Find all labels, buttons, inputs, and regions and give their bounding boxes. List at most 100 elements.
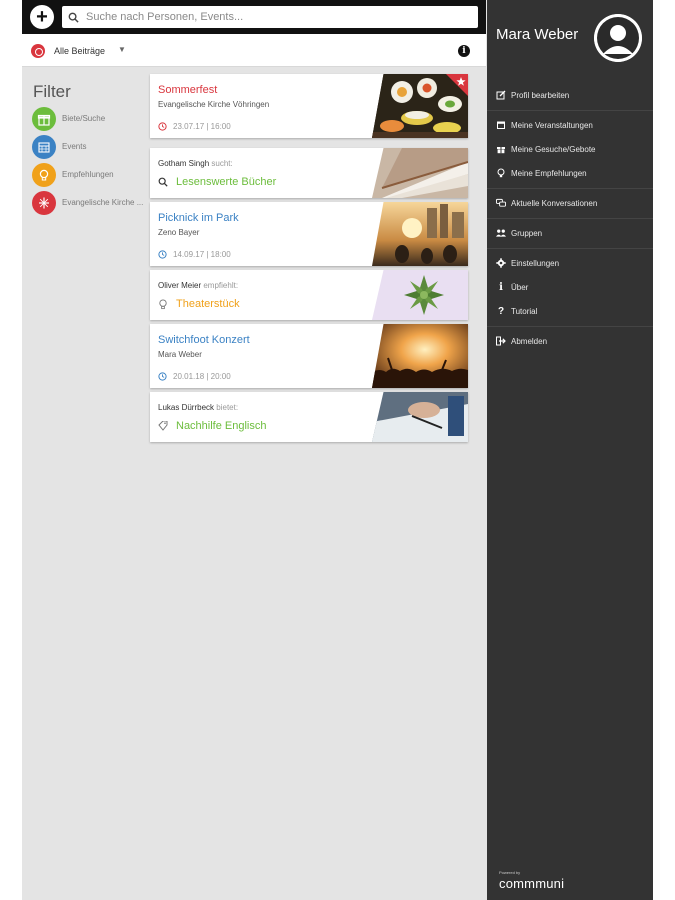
powered-by-logo: Powered by commmuni bbox=[499, 870, 564, 893]
add-post-button[interactable]: + bbox=[30, 5, 54, 29]
card-author-line: Gotham Singh sucht: bbox=[158, 159, 233, 168]
gift-icon bbox=[496, 144, 506, 154]
calendar-icon bbox=[496, 120, 506, 130]
chevron-down-icon[interactable]: ▼ bbox=[118, 45, 126, 54]
clock-icon bbox=[158, 122, 167, 131]
card-author-line: Lukas Dürrbeck bietet: bbox=[158, 403, 238, 412]
card-verb: empfiehlt: bbox=[203, 281, 239, 290]
card-offer-title[interactable]: Lesenswerte Bücher bbox=[158, 176, 276, 188]
plus-icon: + bbox=[36, 5, 48, 28]
info-icon[interactable]: i bbox=[458, 45, 470, 57]
drawer-item-profile[interactable]: Profil bearbeiten bbox=[496, 90, 569, 100]
filter-item-label: Empfehlungen bbox=[62, 170, 114, 179]
gift-icon bbox=[32, 107, 56, 131]
drawer-item-label: Abmelden bbox=[511, 336, 548, 346]
card-datetime: 20.01.18 | 20:00 bbox=[158, 372, 231, 381]
card-verb: bietet: bbox=[216, 403, 239, 412]
card-author[interactable]: Gotham Singh bbox=[158, 159, 209, 168]
card-datetime-text: 20.01.18 | 20:00 bbox=[173, 372, 231, 381]
card-author-line: Oliver Meier empfiehlt: bbox=[158, 281, 238, 290]
drawer-item-label: Aktuelle Konversationen bbox=[511, 198, 598, 208]
question-icon: ? bbox=[497, 305, 505, 317]
card-offer-title[interactable]: Theaterstück bbox=[158, 298, 240, 310]
top-bar: + bbox=[22, 0, 486, 34]
card-verb: sucht: bbox=[211, 159, 233, 168]
drawer-item-label: Meine Veranstaltungen bbox=[511, 120, 593, 130]
drawer-item-label: Meine Gesuche/Gebote bbox=[511, 144, 596, 154]
card-title[interactable]: Sommerfest bbox=[158, 84, 217, 96]
powered-by-text: Powered by bbox=[499, 870, 521, 875]
info-icon: i bbox=[499, 281, 503, 293]
card-image-succulent bbox=[372, 270, 468, 320]
card-offer-title-text: Lesenswerte Bücher bbox=[176, 176, 277, 188]
card-datetime: 14.09.17 | 18:00 bbox=[158, 250, 231, 259]
filter-item-kirche[interactable]: Evangelische Kirche ... bbox=[32, 191, 152, 215]
search-icon bbox=[68, 12, 79, 23]
card-title[interactable]: Picknick im Park bbox=[158, 212, 239, 224]
card-image-books bbox=[372, 148, 468, 198]
filter-title: Filter bbox=[33, 82, 71, 101]
gear-icon bbox=[496, 258, 506, 268]
drawer-item-offers[interactable]: Meine Gesuche/Gebote bbox=[496, 144, 596, 154]
avatar[interactable] bbox=[594, 14, 642, 62]
search-input[interactable] bbox=[86, 11, 466, 23]
user-name[interactable]: Mara Weber bbox=[496, 26, 578, 43]
card-subtitle: Mara Weber bbox=[158, 350, 202, 359]
logout-icon bbox=[496, 336, 506, 346]
card-subtitle: Evangelische Kirche Vöhringen bbox=[158, 100, 270, 109]
card-offer-title-text: Theaterstück bbox=[176, 298, 240, 310]
brand-logo: commmuni bbox=[499, 876, 565, 891]
card-datetime: 23.07.17 | 16:00 bbox=[158, 122, 231, 131]
feed-card-search[interactable]: Gotham Singh sucht: Lesenswerte Bücher bbox=[150, 148, 468, 198]
divider bbox=[487, 218, 653, 219]
drawer-item-groups[interactable]: Gruppen bbox=[496, 228, 542, 238]
feed-card-offer[interactable]: Lukas Dürrbeck bietet: Nachhilfe Englisc… bbox=[150, 392, 468, 442]
feed-card-event[interactable]: Sommerfest Evangelische Kirche Vöhringen… bbox=[150, 74, 468, 138]
filter-item-biete-suche[interactable]: Biete/Suche bbox=[32, 107, 152, 131]
drawer-item-label: Über bbox=[511, 282, 529, 292]
card-author[interactable]: Oliver Meier bbox=[158, 281, 201, 290]
drawer-item-label: Profil bearbeiten bbox=[511, 90, 570, 100]
search-icon bbox=[158, 177, 168, 187]
divider bbox=[487, 188, 653, 189]
church-icon bbox=[31, 44, 45, 58]
drawer-item-about[interactable]: i Über bbox=[496, 281, 529, 293]
lightbulb-icon bbox=[32, 163, 56, 187]
feed-filter-select[interactable]: Alle Beiträge bbox=[54, 46, 105, 56]
lightbulb-icon bbox=[158, 298, 168, 310]
filter-item-events[interactable]: Events bbox=[32, 135, 152, 159]
search-bar[interactable] bbox=[62, 6, 478, 28]
divider bbox=[487, 326, 653, 327]
drawer-item-tutorial[interactable]: ? Tutorial bbox=[496, 305, 537, 317]
clock-icon bbox=[158, 250, 167, 259]
card-subtitle: Zeno Bayer bbox=[158, 228, 200, 237]
church-icon bbox=[32, 191, 56, 215]
drawer-item-events[interactable]: Meine Veranstaltungen bbox=[496, 120, 593, 130]
group-icon bbox=[496, 228, 506, 238]
filter-item-label: Evangelische Kirche ... bbox=[62, 198, 144, 207]
card-datetime-text: 23.07.17 | 16:00 bbox=[173, 122, 231, 131]
edit-icon bbox=[496, 90, 506, 100]
card-image-park bbox=[372, 202, 468, 266]
chat-icon bbox=[496, 198, 506, 208]
card-title[interactable]: Switchfoot Konzert bbox=[158, 334, 250, 346]
drawer-item-logout[interactable]: Abmelden bbox=[496, 336, 547, 346]
drawer-item-conversations[interactable]: Aktuelle Konversationen bbox=[496, 198, 597, 208]
filter-item-empfehlungen[interactable]: Empfehlungen bbox=[32, 163, 152, 187]
feed-card-recommendation[interactable]: Oliver Meier empfiehlt: Theaterstück bbox=[150, 270, 468, 320]
feed-card-event[interactable]: Picknick im Park Zeno Bayer 14.09.17 | 1… bbox=[150, 202, 468, 266]
card-offer-title[interactable]: Nachhilfe Englisch bbox=[158, 420, 267, 432]
drawer-item-label: Meine Empfehlungen bbox=[511, 168, 587, 178]
divider bbox=[487, 110, 653, 111]
feed-filter-bar: Alle Beiträge ▼ i bbox=[22, 34, 486, 67]
lightbulb-icon bbox=[496, 168, 506, 178]
filter-item-label: Biete/Suche bbox=[62, 114, 106, 123]
drawer-item-label: Einstellungen bbox=[511, 258, 560, 268]
calendar-icon bbox=[32, 135, 56, 159]
card-author[interactable]: Lukas Dürrbeck bbox=[158, 403, 214, 412]
drawer-item-recommendations[interactable]: Meine Empfehlungen bbox=[496, 168, 587, 178]
card-datetime-text: 14.09.17 | 18:00 bbox=[173, 250, 231, 259]
feed-card-event[interactable]: Switchfoot Konzert Mara Weber 20.01.18 |… bbox=[150, 324, 468, 388]
drawer-item-settings[interactable]: Einstellungen bbox=[496, 258, 559, 268]
card-image-concert bbox=[372, 324, 468, 388]
